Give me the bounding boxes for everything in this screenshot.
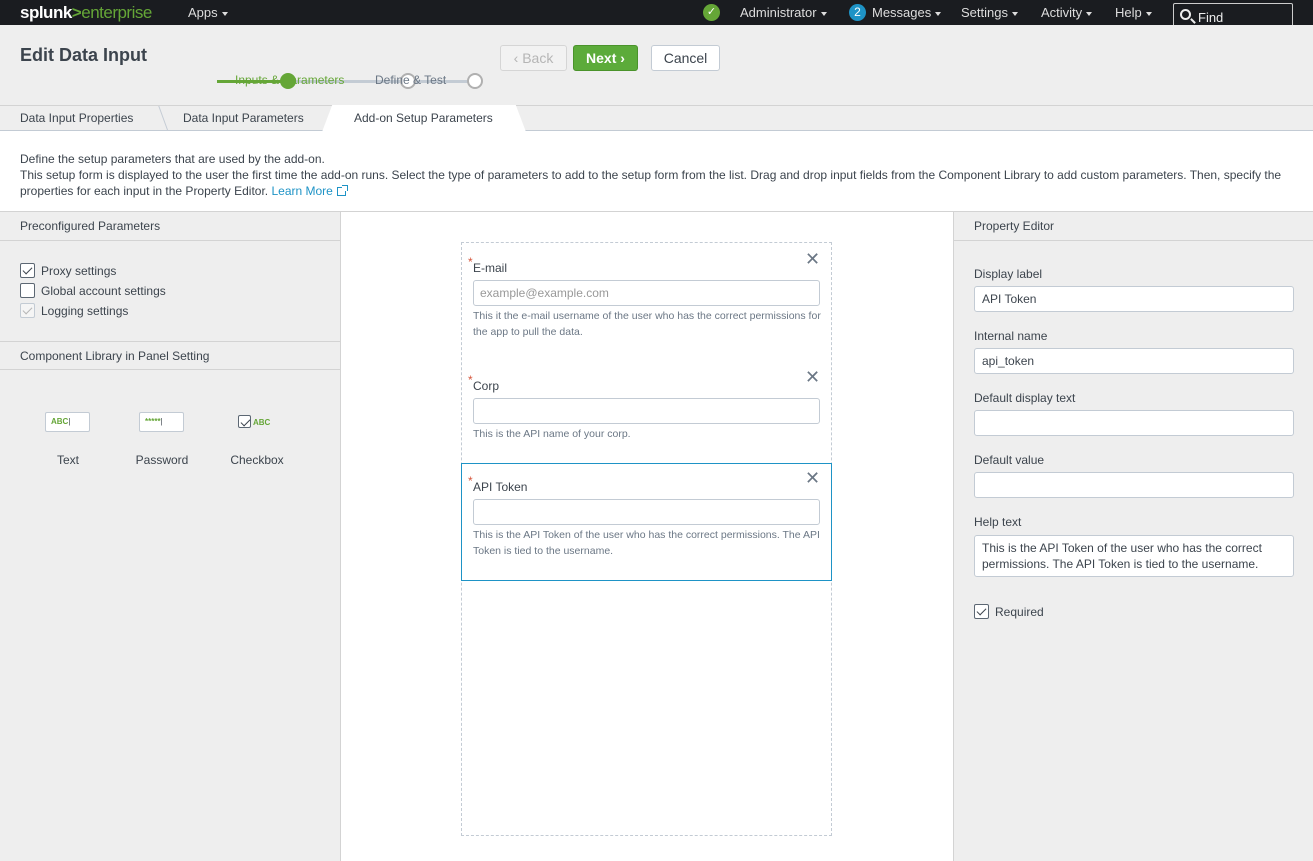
user-menu[interactable]: Administrator (740, 5, 827, 20)
apps-menu[interactable]: Apps (188, 5, 228, 20)
api-token-field-block[interactable]: * API Token ✕ This is the API Token of t… (461, 463, 832, 581)
caret-down-icon (1086, 11, 1093, 16)
description-line-1: Define the setup parameters that are use… (20, 152, 325, 166)
property-editor-panel: Property Editor Display label API Token … (953, 212, 1313, 861)
left-panel: Preconfigured Parameters Proxy settings … (0, 212, 341, 861)
caret-down-icon (221, 11, 228, 16)
help-text-textarea[interactable]: This is the API Token of the user who ha… (974, 535, 1294, 577)
checkbox-component-label[interactable]: Checkbox (227, 453, 287, 467)
search-icon (1180, 9, 1191, 20)
step-label-define: Define & Test (375, 73, 447, 87)
setup-form-dropzone[interactable]: * E-mail ✕ example@example.com This it t… (461, 242, 832, 836)
preconfigured-parameters-header: Preconfigured Parameters (0, 212, 340, 241)
tab-data-input-properties[interactable]: Data Input Properties (20, 111, 133, 125)
default-display-text-input[interactable] (974, 410, 1294, 436)
api-token-input[interactable] (473, 499, 820, 525)
required-marker: * (468, 474, 473, 488)
settings-menu[interactable]: Settings (961, 5, 1018, 20)
tab-bar: Data Input Properties Data Input Paramet… (0, 105, 1313, 132)
close-icon[interactable]: ✕ (805, 367, 820, 388)
tab-add-on-setup-parameters[interactable]: Add-on Setup Parameters (354, 111, 493, 125)
api-token-help-text: This is the API Token of the user who ha… (473, 529, 820, 557)
corp-field-label: Corp (473, 379, 500, 393)
default-display-text-label: Default display text (974, 391, 1076, 405)
learn-more-link[interactable]: Learn More (271, 184, 348, 198)
description-line-2: This setup form is displayed to the user… (20, 168, 1282, 198)
close-icon[interactable]: ✕ (805, 249, 820, 270)
messages-menu[interactable]: Messages (872, 5, 942, 20)
top-nav-bar: splunk>enterprise Apps ✓ Administrator 2… (0, 0, 1313, 30)
required-checkbox[interactable]: Required (974, 604, 1044, 619)
password-component-icon[interactable]: *****| (139, 412, 184, 432)
corp-input[interactable] (473, 398, 820, 424)
text-component-label[interactable]: Text (38, 453, 98, 467)
page-header: Edit Data Input Inputs & Parameters Defi… (0, 25, 1313, 105)
checkbox-unchecked-icon (20, 283, 35, 298)
email-field-block[interactable]: * E-mail ✕ example@example.com This it t… (462, 243, 831, 355)
caret-down-icon (820, 11, 827, 16)
text-component-icon[interactable]: ABC| (45, 412, 90, 432)
form-canvas: * E-mail ✕ example@example.com This it t… (341, 212, 953, 861)
internal-name-label: Internal name (974, 329, 1048, 343)
step-3-dot (467, 73, 483, 89)
global-account-settings-checkbox[interactable]: Global account settings (20, 283, 166, 298)
display-label-label: Display label (974, 267, 1043, 281)
checkbox-component-icon[interactable]: ABC (238, 415, 270, 428)
default-value-label: Default value (974, 453, 1045, 467)
internal-name-input[interactable]: api_token (974, 348, 1294, 374)
required-marker: * (468, 373, 473, 387)
api-token-field-label: API Token (473, 480, 528, 494)
password-component-label[interactable]: Password (132, 453, 192, 467)
caret-down-icon (1145, 11, 1152, 16)
help-menu[interactable]: Help (1115, 5, 1152, 20)
page-description: Define the setup parameters that are use… (0, 131, 1313, 212)
logging-settings-checkbox: Logging settings (20, 303, 128, 318)
corp-help-text: This is the API name of your corp. (473, 428, 631, 440)
required-marker: * (468, 255, 473, 269)
chevron-left-icon: ‹ (513, 50, 519, 66)
step-label-inputs: Inputs & Parameters (235, 73, 345, 87)
display-label-input[interactable]: API Token (974, 286, 1294, 312)
caret-down-icon (1011, 11, 1018, 16)
activity-menu[interactable]: Activity (1041, 5, 1093, 20)
tab-data-input-parameters[interactable]: Data Input Parameters (183, 111, 304, 125)
close-icon[interactable]: ✕ (805, 468, 820, 489)
caret-down-icon (935, 11, 942, 16)
back-button[interactable]: ‹ Back (500, 45, 567, 71)
splunk-logo[interactable]: splunk>enterprise (20, 3, 152, 23)
checkbox-disabled-icon (20, 303, 35, 318)
email-help-text: This it the e-mail username of the user … (473, 310, 821, 338)
component-library-header: Component Library in Panel Setting (0, 341, 340, 370)
property-editor-header: Property Editor (954, 212, 1313, 241)
page-title: Edit Data Input (20, 45, 147, 65)
health-check-icon[interactable]: ✓ (703, 4, 720, 21)
email-field-label: E-mail (473, 261, 508, 275)
external-link-icon (336, 185, 348, 196)
default-value-input[interactable] (974, 472, 1294, 498)
corp-field-block[interactable]: * Corp ✕ This is the API name of your co… (462, 363, 831, 453)
email-input[interactable]: example@example.com (473, 280, 820, 306)
chevron-right-icon: › (620, 50, 625, 66)
checkbox-checked-icon (20, 263, 35, 278)
next-button[interactable]: Next › (573, 45, 638, 71)
tab-divider (158, 106, 169, 132)
help-text-label: Help text (974, 515, 1022, 529)
proxy-settings-checkbox[interactable]: Proxy settings (20, 263, 116, 278)
cancel-button[interactable]: Cancel (651, 45, 720, 71)
checkbox-checked-icon (974, 604, 989, 619)
messages-count-badge[interactable]: 2 (849, 4, 866, 21)
